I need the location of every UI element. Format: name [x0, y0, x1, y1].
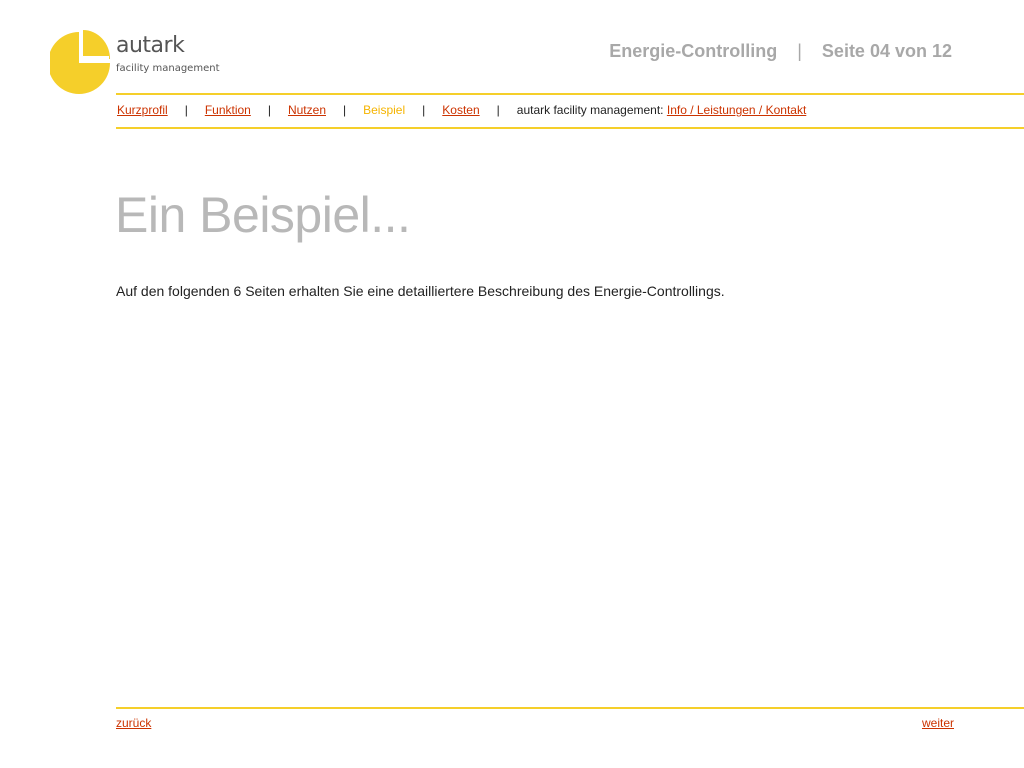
nav-item-kosten[interactable]: Kosten — [442, 103, 479, 117]
nav-item-beispiel: Beispiel — [363, 103, 406, 117]
next-link[interactable]: weiter — [922, 716, 954, 730]
nav-company-link[interactable]: Info / Leistungen / Kontakt — [667, 103, 806, 117]
logo-mark-icon — [50, 30, 110, 94]
nav-separator: | — [184, 103, 188, 117]
logo-subtitle: facility management — [116, 63, 220, 74]
header-title: Energie-Controlling — [609, 41, 778, 61]
main-nav: Kurzprofil | Funktion | Nutzen | Beispiel | Kost… — [117, 103, 806, 117]
nav-separator: | — [422, 103, 426, 117]
logo[interactable]: autark facility management — [50, 30, 220, 96]
nav-separator: | — [267, 103, 271, 117]
header-title-bar: Energie-Controlling | Seite 04 von 12 — [609, 41, 952, 62]
back-link[interactable]: zurück — [116, 716, 151, 730]
page-title: Ein Beispiel... — [115, 187, 411, 243]
intro-text: Auf den folgenden 6 Seiten erhalten Sie … — [116, 283, 725, 299]
divider-nav — [116, 127, 1024, 129]
page: autark facility management Energie-Contr… — [0, 0, 1024, 768]
page-indicator: Seite 04 von 12 — [821, 41, 952, 61]
header-separator: | — [797, 41, 802, 61]
nav-separator: | — [343, 103, 347, 117]
nav-company-label: autark facility management: — [516, 103, 664, 117]
divider-top — [116, 93, 1024, 95]
nav-item-kurzprofil[interactable]: Kurzprofil — [117, 103, 168, 117]
nav-separator: | — [496, 103, 500, 117]
nav-item-nutzen[interactable]: Nutzen — [288, 103, 326, 117]
nav-item-funktion[interactable]: Funktion — [205, 103, 251, 117]
divider-bottom — [116, 707, 1024, 709]
logo-name: autark — [116, 33, 185, 58]
